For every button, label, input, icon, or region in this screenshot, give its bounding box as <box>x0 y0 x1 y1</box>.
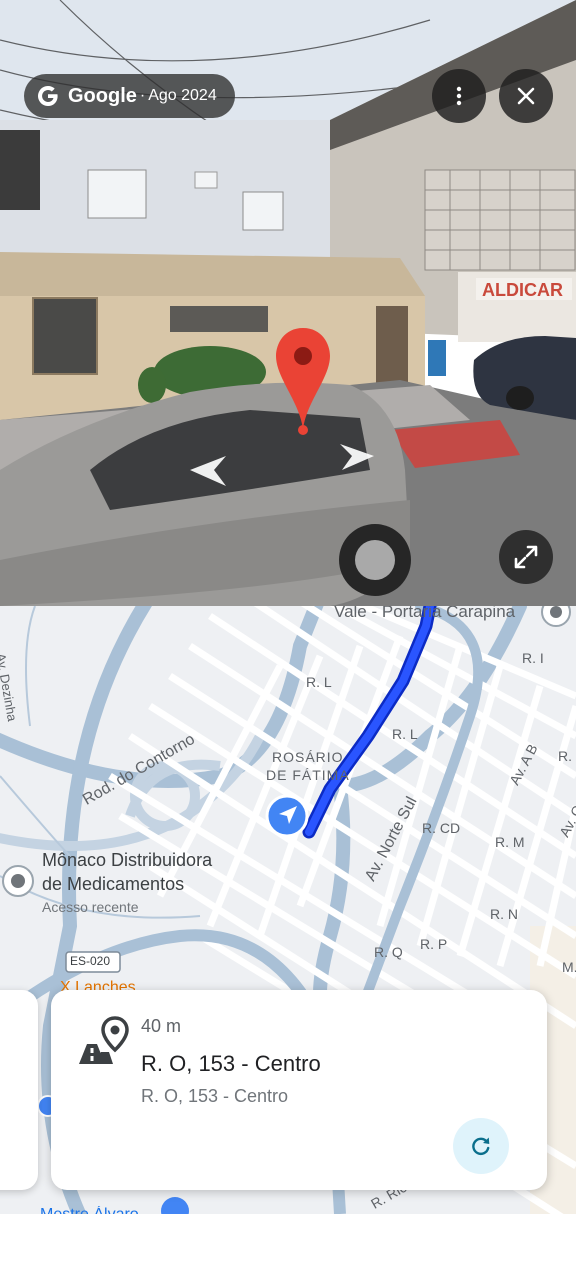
google-g-icon <box>38 86 58 106</box>
place-subtitle: R. O, 153 - Centro <box>141 1086 289 1106</box>
street-label-r-p: R. P <box>420 936 448 952</box>
bottom-area <box>0 1214 576 1280</box>
more-options-button[interactable] <box>432 69 486 123</box>
map-label-rosario-1: ROSÁRIO <box>272 749 344 765</box>
street-label-r-partial: R. <box>558 748 572 764</box>
map-label-rosario-2: DE FÁTIMA <box>266 767 350 783</box>
user-location-icon <box>265 794 309 838</box>
poi-pin-icon <box>2 865 34 897</box>
brand-label: Google <box>68 84 137 107</box>
street-label-r-q: R. Q <box>374 944 403 960</box>
street-label-r-l-2: R. L <box>392 726 418 742</box>
place-title: R. O, 153 - Centro <box>141 1051 321 1076</box>
street-label-r-i: R. I <box>522 650 544 666</box>
street-place-icon <box>79 1016 129 1064</box>
expand-icon <box>514 545 538 569</box>
street-label-r-m: R. M <box>495 834 525 850</box>
highway-shield-es020: ES-020 <box>70 954 111 968</box>
shop-sign: ALDICAR <box>482 280 563 300</box>
poi-monaco-subtitle: Acesso recente <box>42 899 139 915</box>
more-vert-icon <box>456 86 462 106</box>
imagery-info-chip[interactable]: Google · Ago 2024 <box>24 74 235 118</box>
poi-monaco-name-1[interactable]: Mônaco Distribuidora <box>42 850 212 871</box>
refresh-icon <box>472 1137 490 1155</box>
street-label-r-cd: R. CD <box>422 820 461 836</box>
poi-bottom-left[interactable]: Mestre Álvaro <box>40 1206 139 1214</box>
refresh-button[interactable] <box>453 1118 509 1174</box>
place-card[interactable]: 40 m R. O, 153 - Centro R. O, 153 - Cent… <box>51 990 547 1190</box>
street-view-panorama[interactable]: ALDICAR Google · Ago 2024 <box>0 0 576 606</box>
street-label-right-m: M. <box>562 959 576 975</box>
place-distance: 40 m <box>141 1016 182 1036</box>
expand-button[interactable] <box>499 530 553 584</box>
street-label-r-l-1: R. L <box>306 674 332 690</box>
vale-pin-icon <box>541 606 571 627</box>
map-label-vale: Vale - Portaria Carapina <box>334 606 516 621</box>
close-button[interactable] <box>499 69 553 123</box>
street-label-r-n: R. N <box>490 906 518 922</box>
chip-separator: · <box>139 87 146 104</box>
close-icon <box>517 87 535 105</box>
poi-monaco-name-2[interactable]: de Medicamentos <box>42 874 184 895</box>
imagery-date: Ago 2024 <box>148 87 217 104</box>
previous-place-card[interactable] <box>0 990 38 1190</box>
